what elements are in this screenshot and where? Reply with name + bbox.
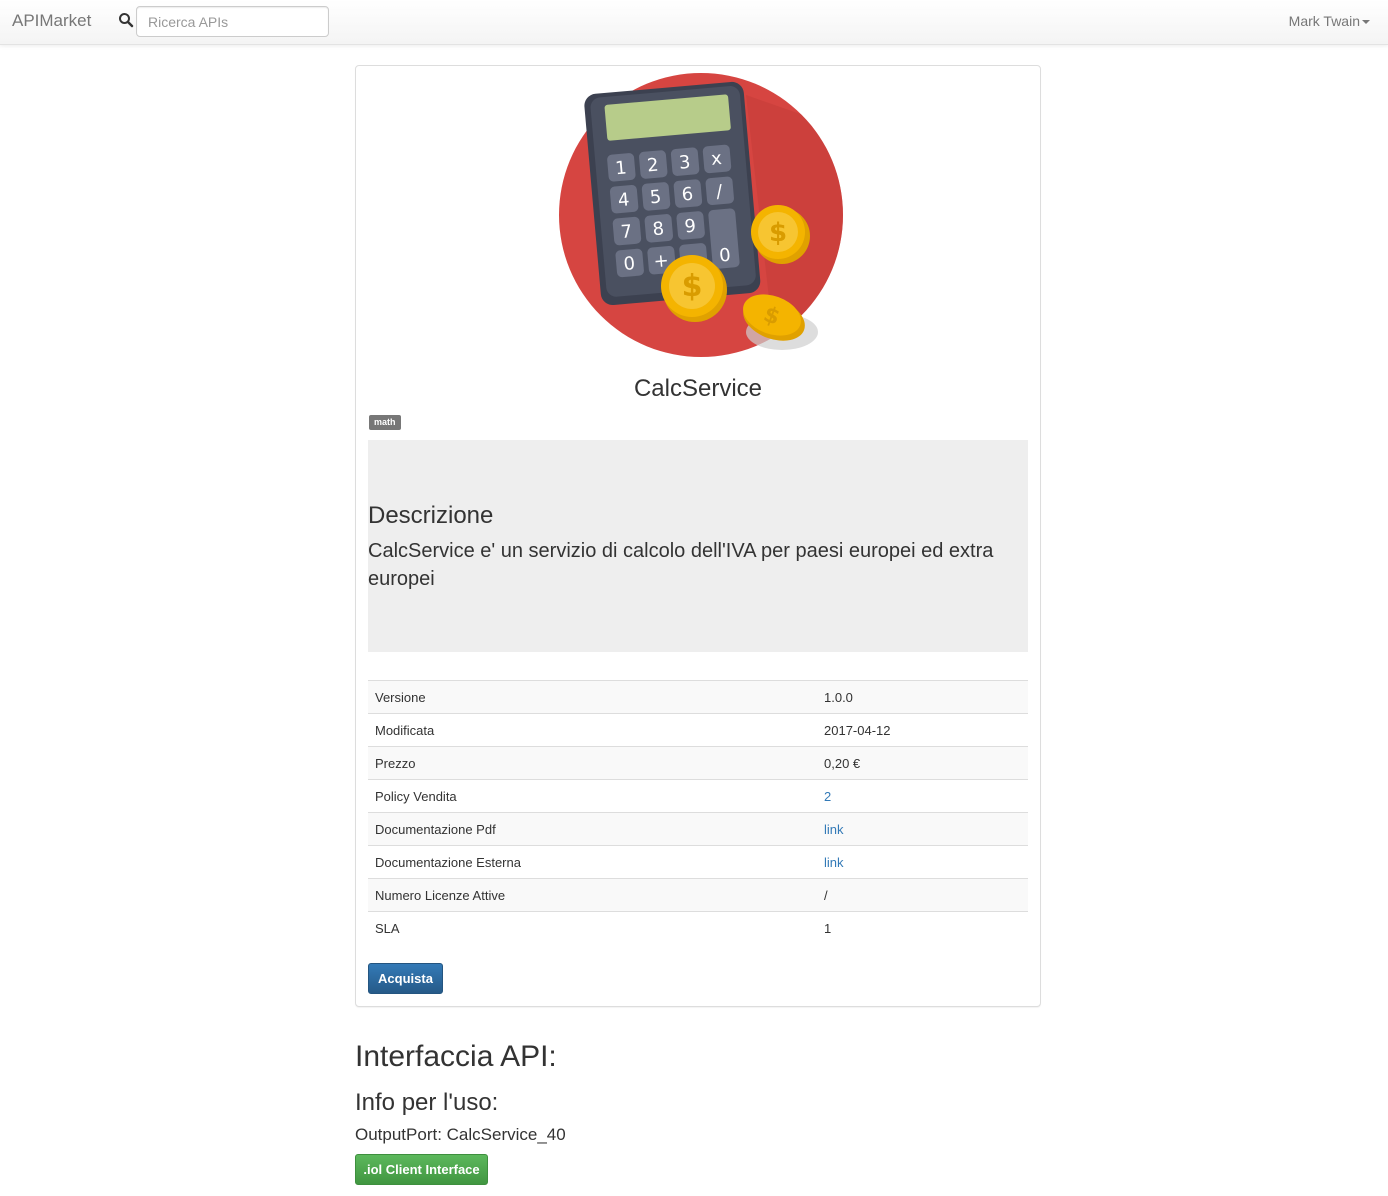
detail-value: link bbox=[817, 845, 1028, 879]
svg-text:7: 7 bbox=[620, 221, 633, 243]
detail-link[interactable]: link bbox=[824, 822, 844, 837]
table-row: Versione 1.0.0 bbox=[368, 680, 1028, 714]
table-row: Documentazione Pdf link bbox=[368, 812, 1028, 846]
navbar: APIMarket Mark Twain bbox=[0, 0, 1388, 45]
description-text: CalcService e' un servizio di calcolo de… bbox=[368, 540, 994, 590]
svg-text:0: 0 bbox=[623, 253, 636, 275]
interface-heading: Interfaccia API: bbox=[355, 1040, 557, 1073]
tag-label[interactable]: math bbox=[369, 415, 401, 430]
user-name: Mark Twain bbox=[1288, 13, 1360, 29]
api-title: CalcService bbox=[633, 375, 763, 402]
search-input[interactable] bbox=[136, 6, 329, 37]
calculator-illustration: 1 2 3 x 4 5 6 / 7 8 9 0 0 + - $ bbox=[559, 73, 843, 357]
user-menu-dropdown[interactable]: Mark Twain bbox=[1289, 13, 1370, 29]
usage-heading: Info per l'uso: bbox=[355, 1089, 499, 1116]
svg-text:1: 1 bbox=[614, 157, 627, 179]
svg-text:2: 2 bbox=[646, 155, 659, 177]
table-row: Prezzo 0,20 € bbox=[368, 746, 1028, 780]
api-card: 1 2 3 x 4 5 6 / 7 8 9 0 0 + - $ bbox=[355, 65, 1041, 1007]
detail-value: link bbox=[817, 812, 1028, 846]
detail-value: / bbox=[817, 878, 1028, 912]
svg-text:9: 9 bbox=[684, 216, 697, 238]
client-interface-button[interactable]: .iol Client Interface bbox=[355, 1154, 488, 1185]
buy-button[interactable]: Acquista bbox=[368, 963, 443, 994]
svg-text:$: $ bbox=[682, 269, 703, 304]
description-heading: Descrizione bbox=[368, 502, 494, 529]
detail-label: Prezzo bbox=[368, 746, 817, 780]
svg-text:x: x bbox=[710, 148, 723, 170]
description-panel: Descrizione CalcService e' un servizio d… bbox=[368, 440, 1028, 652]
detail-link[interactable]: 2 bbox=[824, 789, 831, 804]
detail-value: 1 bbox=[817, 911, 1028, 945]
detail-label: Documentazione Esterna bbox=[368, 845, 817, 879]
svg-text:$: $ bbox=[769, 218, 787, 248]
detail-label: SLA bbox=[368, 911, 817, 945]
svg-text:3: 3 bbox=[678, 152, 691, 174]
detail-label: Versione bbox=[368, 680, 817, 714]
table-row: Documentazione Esterna link bbox=[368, 845, 1028, 879]
search-icon bbox=[119, 13, 134, 28]
detail-value: 1.0.0 bbox=[817, 680, 1028, 714]
svg-text:4: 4 bbox=[617, 189, 630, 211]
detail-value: 2 bbox=[817, 779, 1028, 813]
svg-text:5: 5 bbox=[649, 186, 662, 208]
table-row: Modificata 2017-04-12 bbox=[368, 713, 1028, 747]
brand-link[interactable]: APIMarket bbox=[12, 11, 91, 31]
svg-text:8: 8 bbox=[652, 218, 665, 240]
details-table: Versione 1.0.0 Modificata 2017-04-12 Prezzo 0… bbox=[368, 680, 1028, 945]
caret-down-icon bbox=[1362, 20, 1370, 25]
detail-label: Numero Licenze Attive bbox=[368, 878, 817, 912]
table-row: Policy Vendita 2 bbox=[368, 779, 1028, 813]
detail-label: Modificata bbox=[368, 713, 817, 747]
svg-text:6: 6 bbox=[681, 184, 694, 206]
table-row: SLA 1 bbox=[368, 911, 1028, 945]
detail-value: 2017-04-12 bbox=[817, 713, 1028, 747]
detail-value: 0,20 € bbox=[817, 746, 1028, 780]
detail-link[interactable]: link bbox=[824, 855, 844, 870]
detail-label: Documentazione Pdf bbox=[368, 812, 817, 846]
detail-label: Policy Vendita bbox=[368, 779, 817, 813]
table-row: Numero Licenze Attive / bbox=[368, 878, 1028, 912]
output-port-text: OutputPort: CalcService_40 bbox=[355, 1125, 566, 1144]
svg-text:0: 0 bbox=[718, 245, 731, 267]
